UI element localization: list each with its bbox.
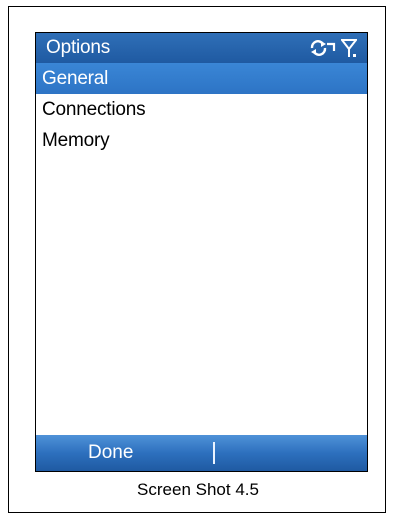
figure-caption: Screen Shot 4.5 <box>137 480 259 499</box>
title-bar: Options <box>36 33 367 63</box>
signal-antenna-icon <box>341 39 357 57</box>
figure-frame: Options General Connections Memory Done … <box>8 6 386 513</box>
status-icons <box>309 37 357 59</box>
done-softkey[interactable]: Done <box>88 440 133 466</box>
phone-screen: Options General Connections Memory Done <box>35 32 368 472</box>
window-title: Options <box>46 37 111 58</box>
softkey-divider <box>213 442 215 464</box>
options-menu: General Connections Memory <box>36 63 367 156</box>
menu-item-connections[interactable]: Connections <box>36 94 367 125</box>
right-softkey[interactable] <box>217 435 367 471</box>
menu-item-general[interactable]: General <box>36 63 367 94</box>
softkey-bar: Done <box>36 435 367 471</box>
menu-item-memory[interactable]: Memory <box>36 125 367 156</box>
connection-sync-icon <box>310 40 336 56</box>
